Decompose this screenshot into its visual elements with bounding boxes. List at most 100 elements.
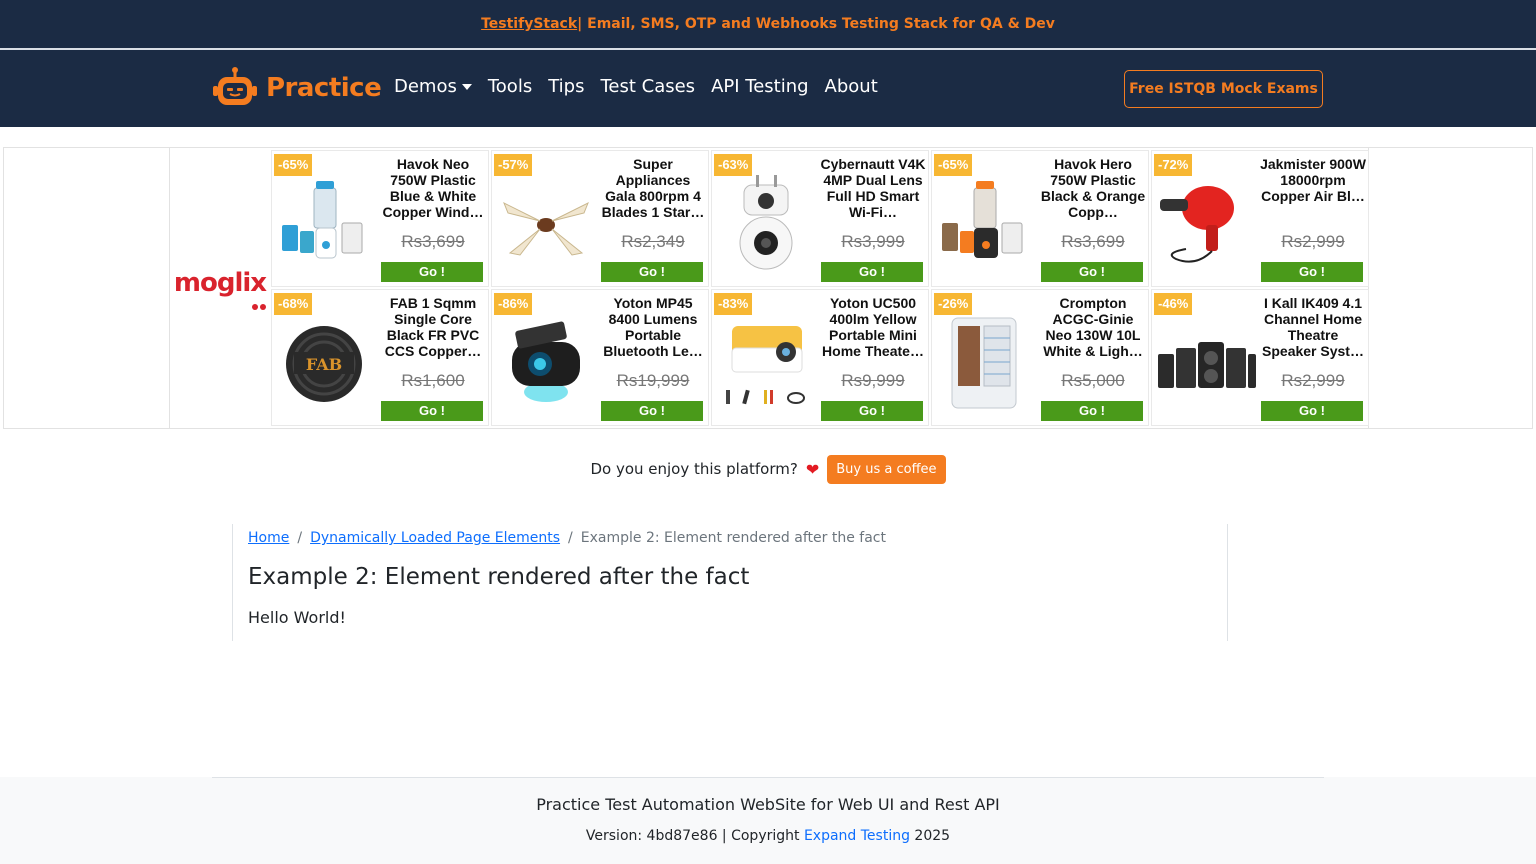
discount-badge: -72% — [1154, 154, 1193, 176]
go-button[interactable]: Go ! — [821, 401, 923, 421]
breadcrumb-separator: / — [297, 530, 303, 546]
product-name: Havok Hero 750W Plastic Black & Orange C… — [1040, 156, 1146, 220]
footer-title: Practice Test Automation WebSite for Web… — [536, 795, 1000, 814]
ad-product-card[interactable]: FAB -68% FAB 1 Sqmm Single Core Black FR… — [271, 289, 489, 426]
product-price: Rs2,349 — [621, 232, 685, 251]
testifystack-link[interactable]: TestifyStack — [481, 16, 577, 32]
promo-text: | Email, SMS, OTP and Webhooks Testing S… — [577, 16, 1055, 32]
ad-product-card[interactable]: -86% Yoton MP45 8400 Lumens Portable Blu… — [491, 289, 709, 426]
nav-demos-dropdown[interactable]: Demos — [394, 76, 472, 97]
product-price: Rs9,999 — [841, 371, 905, 390]
nav-demos-label: Demos — [394, 76, 457, 97]
go-button[interactable]: Go ! — [821, 262, 923, 282]
ad-product-card[interactable]: -57% Super Appliances Gala 800rpm 4 Blad… — [491, 150, 709, 287]
expand-testing-link[interactable]: Expand Testing — [804, 828, 910, 844]
wire-coil-icon: FAB — [286, 326, 362, 402]
moglix-dots-icon — [252, 304, 266, 310]
ceiling-fan-icon — [503, 201, 589, 256]
breadcrumb-current: Example 2: Element rendered after the fa… — [580, 530, 886, 546]
ad-product-grid: -65% Havok Neo 750W Plastic Blue & White… — [271, 150, 1369, 426]
mini-projector-icon — [726, 326, 805, 405]
ad-product-card[interactable]: -63% Cybernautt V4K 4MP Dual Lens Full H… — [711, 150, 929, 287]
main-content: Home / Dynamically Loaded Page Elements … — [232, 524, 1228, 641]
svg-text:FAB: FAB — [306, 355, 342, 374]
ad-banner: moglix ✕ -65% Havok Neo 750W Plast — [3, 147, 1533, 429]
discount-badge: -26% — [934, 293, 973, 315]
nav-test-cases[interactable]: Test Cases — [600, 76, 695, 97]
coffee-question: Do you enjoy this platform? — [590, 460, 798, 478]
nav-menu: Demos Tools Tips Test Cases API Testing … — [394, 76, 894, 97]
promo-bar: TestifyStack | Email, SMS, OTP and Webho… — [0, 0, 1536, 48]
mixer-grinder-icon — [942, 181, 1023, 258]
product-name: Cybernautt V4K 4MP Dual Lens Full HD Sma… — [820, 156, 926, 220]
product-price: Rs5,000 — [1061, 371, 1125, 390]
go-button[interactable]: Go ! — [1041, 401, 1143, 421]
main-navbar: Practice Demos Tools Tips Test Cases API… — [0, 50, 1536, 127]
nav-about[interactable]: About — [825, 76, 878, 97]
product-name: I Kall IK409 4.1 Channel Home Theatre Sp… — [1262, 295, 1364, 359]
discount-badge: -83% — [714, 293, 753, 315]
footer-divider — [212, 777, 1324, 778]
speaker-system-icon — [1158, 342, 1256, 388]
nav-api-testing[interactable]: API Testing — [711, 76, 808, 97]
go-button[interactable]: Go ! — [1261, 262, 1363, 282]
breadcrumb-parent-link[interactable]: Dynamically Loaded Page Elements — [310, 530, 560, 546]
ad-product-card[interactable]: -83% Yoton UC500 400lm Yellow Portable M… — [711, 289, 929, 426]
projector-icon — [512, 321, 580, 402]
ad-product-card[interactable]: -46% I Kall IK409 4.1 Channel Home Theat… — [1151, 289, 1369, 426]
discount-badge: -68% — [274, 293, 313, 315]
ad-product-card[interactable]: -65% Havok Hero 750W Plastic Black & Ora… — [931, 150, 1149, 287]
hello-world-message: Hello World! — [248, 608, 346, 627]
air-blower-icon — [1160, 186, 1234, 263]
go-button[interactable]: Go ! — [601, 262, 703, 282]
product-price: Rs3,699 — [1061, 232, 1125, 251]
go-button[interactable]: Go ! — [381, 401, 483, 421]
product-name: Crompton ACGC-Ginie Neo 130W 10L White &… — [1043, 295, 1143, 359]
ad-product-card[interactable]: -65% Havok Neo 750W Plastic Blue & White… — [271, 150, 489, 287]
mixer-grinder-icon — [282, 181, 363, 259]
product-name: Yoton MP45 8400 Lumens Portable Bluetoot… — [603, 295, 703, 359]
coffee-prompt: Do you enjoy this platform? ❤ Buy us a c… — [0, 452, 1536, 486]
product-name: Yoton UC500 400lm Yellow Portable Mini H… — [822, 295, 924, 359]
page-title: Example 2: Element rendered after the fa… — [248, 564, 750, 590]
caret-down-icon — [461, 83, 472, 90]
product-price: Rs3,699 — [401, 232, 465, 251]
buy-coffee-button[interactable]: Buy us a coffee — [827, 454, 946, 484]
moglix-logo-text: moglix — [173, 268, 267, 298]
brand-link[interactable]: Practice — [212, 66, 382, 110]
air-cooler-icon — [951, 317, 1017, 409]
go-button[interactable]: Go ! — [601, 401, 703, 421]
brand-name: Practice — [266, 73, 382, 103]
discount-badge: -65% — [934, 154, 973, 176]
discount-badge: -46% — [1154, 293, 1193, 315]
product-name: Jakmister 900W 18000rpm Copper Air Bl… — [1260, 156, 1366, 204]
ad-product-card[interactable]: -26% Crompton ACGC-Ginie Neo 130W 10L Wh… — [931, 289, 1149, 426]
go-button[interactable]: Go ! — [1041, 262, 1143, 282]
discount-badge: -86% — [494, 293, 533, 315]
moglix-logo[interactable]: moglix — [170, 268, 270, 310]
footer-year: 2025 — [909, 828, 951, 844]
ad-product-card[interactable]: -72% Jakmister 900W 18000rpm Copper Air … — [1151, 150, 1369, 287]
go-button[interactable]: Go ! — [1261, 401, 1363, 421]
breadcrumb-separator: / — [568, 530, 573, 546]
nav-tips[interactable]: Tips — [548, 76, 584, 97]
product-price: Rs3,999 — [841, 232, 905, 251]
product-name: Super Appliances Gala 800rpm 4 Blades 1 … — [601, 156, 705, 220]
product-price: Rs2,999 — [1281, 371, 1345, 390]
product-name: FAB 1 Sqmm Single Core Black FR PVC CCS … — [384, 295, 482, 359]
discount-badge: -65% — [274, 154, 313, 176]
discount-badge: -63% — [714, 154, 753, 176]
heart-icon: ❤ — [805, 459, 820, 479]
breadcrumb: Home / Dynamically Loaded Page Elements … — [248, 530, 1227, 546]
footer-version: Version: 4bd87e86 | Copyright — [585, 828, 804, 844]
ad-container: moglix ✕ -65% Havok Neo 750W Plast — [169, 148, 1369, 428]
product-name: Havok Neo 750W Plastic Blue & White Copp… — [382, 156, 484, 220]
go-button[interactable]: Go ! — [381, 262, 483, 282]
breadcrumb-home-link[interactable]: Home — [248, 530, 289, 546]
product-price: Rs19,999 — [616, 371, 690, 390]
robot-logo-icon — [213, 67, 257, 105]
nav-tools[interactable]: Tools — [488, 76, 532, 97]
discount-badge: -57% — [494, 154, 533, 176]
istqb-mock-exams-button[interactable]: Free ISTQB Mock Exams — [1124, 70, 1323, 108]
security-camera-icon — [739, 175, 793, 270]
